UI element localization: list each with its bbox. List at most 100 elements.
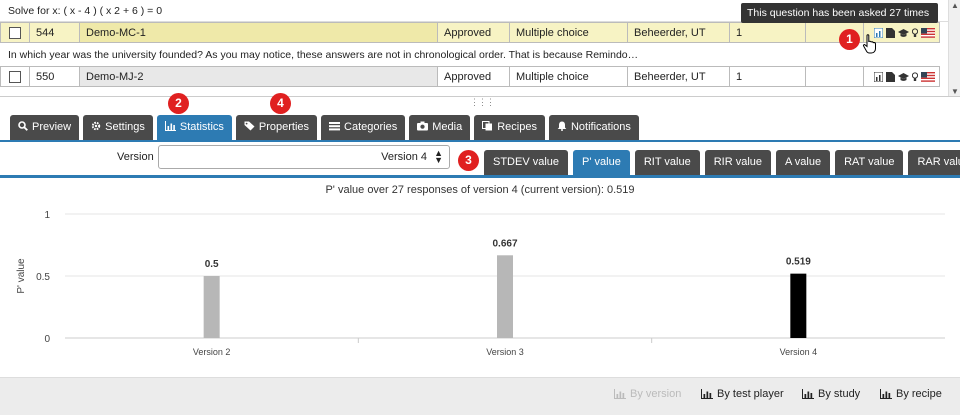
statistics-view-bar: By version By test player By study By re… bbox=[0, 377, 960, 415]
bar bbox=[790, 273, 807, 338]
metric-button-rar[interactable]: RAR value bbox=[908, 150, 960, 175]
tab-label: Recipes bbox=[497, 121, 537, 133]
y-tick-label: 0.5 bbox=[36, 272, 50, 283]
bar-value-label: 0.519 bbox=[786, 257, 811, 268]
resize-grip[interactable]: ⋮⋮⋮ bbox=[470, 97, 495, 108]
metric-button-rit[interactable]: RIT value bbox=[634, 150, 700, 175]
table-row[interactable]: 550 Demo-MJ-2 Approved Multiple choice B… bbox=[0, 66, 940, 87]
document-icon[interactable] bbox=[886, 71, 895, 82]
asked-count-tooltip: This question has been asked 27 times bbox=[741, 3, 938, 23]
row-checkbox-cell bbox=[1, 67, 30, 86]
bar bbox=[203, 276, 220, 338]
bar-value-label: 0.667 bbox=[492, 238, 517, 249]
by-recipe-link[interactable]: By recipe bbox=[880, 388, 942, 400]
question-description: In which year was the university founded… bbox=[0, 44, 948, 66]
graduation-cap-icon[interactable] bbox=[898, 28, 909, 38]
version-selected-value: Version 4 bbox=[381, 151, 427, 163]
row-checkbox[interactable] bbox=[9, 26, 21, 39]
vertical-scrollbar[interactable]: ▲ ▼ bbox=[948, 0, 960, 96]
question-name[interactable]: Demo-MJ-2 bbox=[80, 67, 438, 86]
question-id: 544 bbox=[30, 23, 80, 42]
metric-button-rir[interactable]: RIR value bbox=[704, 150, 771, 175]
document-icon[interactable] bbox=[886, 27, 895, 38]
bar-chart-icon bbox=[802, 389, 814, 399]
select-arrows-icon: ▲ ▼ bbox=[434, 148, 443, 165]
table-row[interactable]: 544 Demo-MC-1 Approved Multiple choice B… bbox=[0, 22, 940, 43]
detail-tabs: Preview Settings Statistics Properties C… bbox=[10, 115, 639, 140]
p-value-chart: 0 0.5 1 P' value 0.5 Version 2 0.667 Version 3 0… bbox=[16, 210, 945, 357]
copy-icon bbox=[482, 121, 493, 131]
x-tick-label: Version 3 bbox=[486, 347, 524, 357]
scroll-down-icon[interactable]: ▼ bbox=[951, 87, 959, 96]
tab-label: Notifications bbox=[570, 121, 631, 133]
bar-chart-icon bbox=[164, 121, 176, 131]
bottom-link-label: By recipe bbox=[896, 388, 942, 400]
by-test-player-link[interactable]: By test player bbox=[701, 388, 784, 400]
question-id: 550 bbox=[30, 67, 80, 86]
tab-label: Preview bbox=[32, 121, 72, 133]
us-flag-icon[interactable] bbox=[921, 27, 935, 38]
bottom-link-label: By study bbox=[818, 388, 861, 400]
bar-chart-icon bbox=[880, 389, 892, 399]
by-study-link[interactable]: By study bbox=[802, 388, 860, 400]
row-checkbox[interactable] bbox=[9, 70, 21, 83]
tab-label: Settings bbox=[105, 121, 145, 133]
x-tick-label: Version 2 bbox=[193, 347, 231, 357]
row-checkbox-cell bbox=[1, 23, 30, 42]
camera-icon bbox=[417, 121, 429, 131]
lightbulb-icon[interactable] bbox=[912, 71, 918, 82]
tab-settings[interactable]: Settings bbox=[83, 115, 153, 140]
x-tick-label: Version 4 bbox=[780, 347, 818, 357]
bar-value-label: 0.5 bbox=[205, 259, 219, 270]
statistics-icon[interactable] bbox=[874, 71, 883, 82]
bar-chart-icon bbox=[701, 389, 713, 399]
y-tick-label: 0 bbox=[44, 334, 50, 345]
callout-marker: 4 bbox=[270, 93, 291, 114]
tab-label: Statistics bbox=[179, 121, 224, 133]
tab-properties[interactable]: Properties bbox=[235, 115, 318, 140]
row-actions bbox=[864, 67, 939, 86]
metric-buttons: STDEV value P' value RIT value RIR value… bbox=[484, 150, 960, 175]
callout-marker: 2 bbox=[168, 93, 189, 114]
metric-button-stdev[interactable]: STDEV value bbox=[484, 150, 569, 175]
tab-underline bbox=[0, 140, 960, 142]
question-name[interactable]: Demo-MC-1 bbox=[80, 23, 438, 42]
list-icon bbox=[329, 122, 341, 131]
version-select[interactable]: Version 4 ▲ ▼ bbox=[158, 145, 450, 169]
tab-label: Categories bbox=[344, 121, 398, 133]
lightbulb-icon[interactable] bbox=[912, 27, 918, 38]
question-type: Multiple choice bbox=[510, 23, 628, 42]
question-status: Approved bbox=[438, 67, 510, 86]
question-owner: Beheerder, UT bbox=[628, 67, 730, 86]
callout-marker: 1 bbox=[839, 29, 860, 50]
gear-icon bbox=[91, 121, 101, 131]
tab-notifications[interactable]: Notifications bbox=[548, 115, 639, 140]
callout-marker: 3 bbox=[458, 150, 479, 171]
bottom-link-label: By version bbox=[630, 388, 682, 400]
tab-label: Properties bbox=[258, 121, 310, 133]
tab-preview[interactable]: Preview bbox=[10, 115, 80, 140]
metric-button-a[interactable]: A value bbox=[776, 150, 831, 175]
tab-label: Media bbox=[432, 121, 463, 133]
tab-categories[interactable]: Categories bbox=[321, 115, 406, 140]
metric-button-p-value[interactable]: P' value bbox=[573, 150, 630, 175]
bottom-link-label: By test player bbox=[717, 388, 784, 400]
graduation-cap-icon[interactable] bbox=[898, 72, 909, 82]
tab-statistics[interactable]: Statistics bbox=[156, 115, 232, 140]
metric-button-rat[interactable]: RAT value bbox=[835, 150, 904, 175]
y-axis-label: P' value bbox=[16, 258, 27, 294]
tag-icon bbox=[244, 121, 255, 131]
bar-chart-icon bbox=[614, 389, 626, 399]
y-tick-label: 1 bbox=[44, 210, 50, 221]
question-owner: Beheerder, UT bbox=[628, 23, 730, 42]
bell-icon bbox=[557, 121, 567, 131]
bar bbox=[497, 255, 513, 338]
by-version-link[interactable]: By version bbox=[614, 388, 681, 400]
question-status: Approved bbox=[438, 23, 510, 42]
question-count: 1 bbox=[730, 67, 806, 86]
tab-recipes[interactable]: Recipes bbox=[474, 115, 545, 140]
question-type: Multiple choice bbox=[510, 67, 628, 86]
scroll-up-icon[interactable]: ▲ bbox=[951, 1, 959, 10]
tab-media[interactable]: Media bbox=[409, 115, 471, 140]
us-flag-icon[interactable] bbox=[921, 71, 935, 82]
